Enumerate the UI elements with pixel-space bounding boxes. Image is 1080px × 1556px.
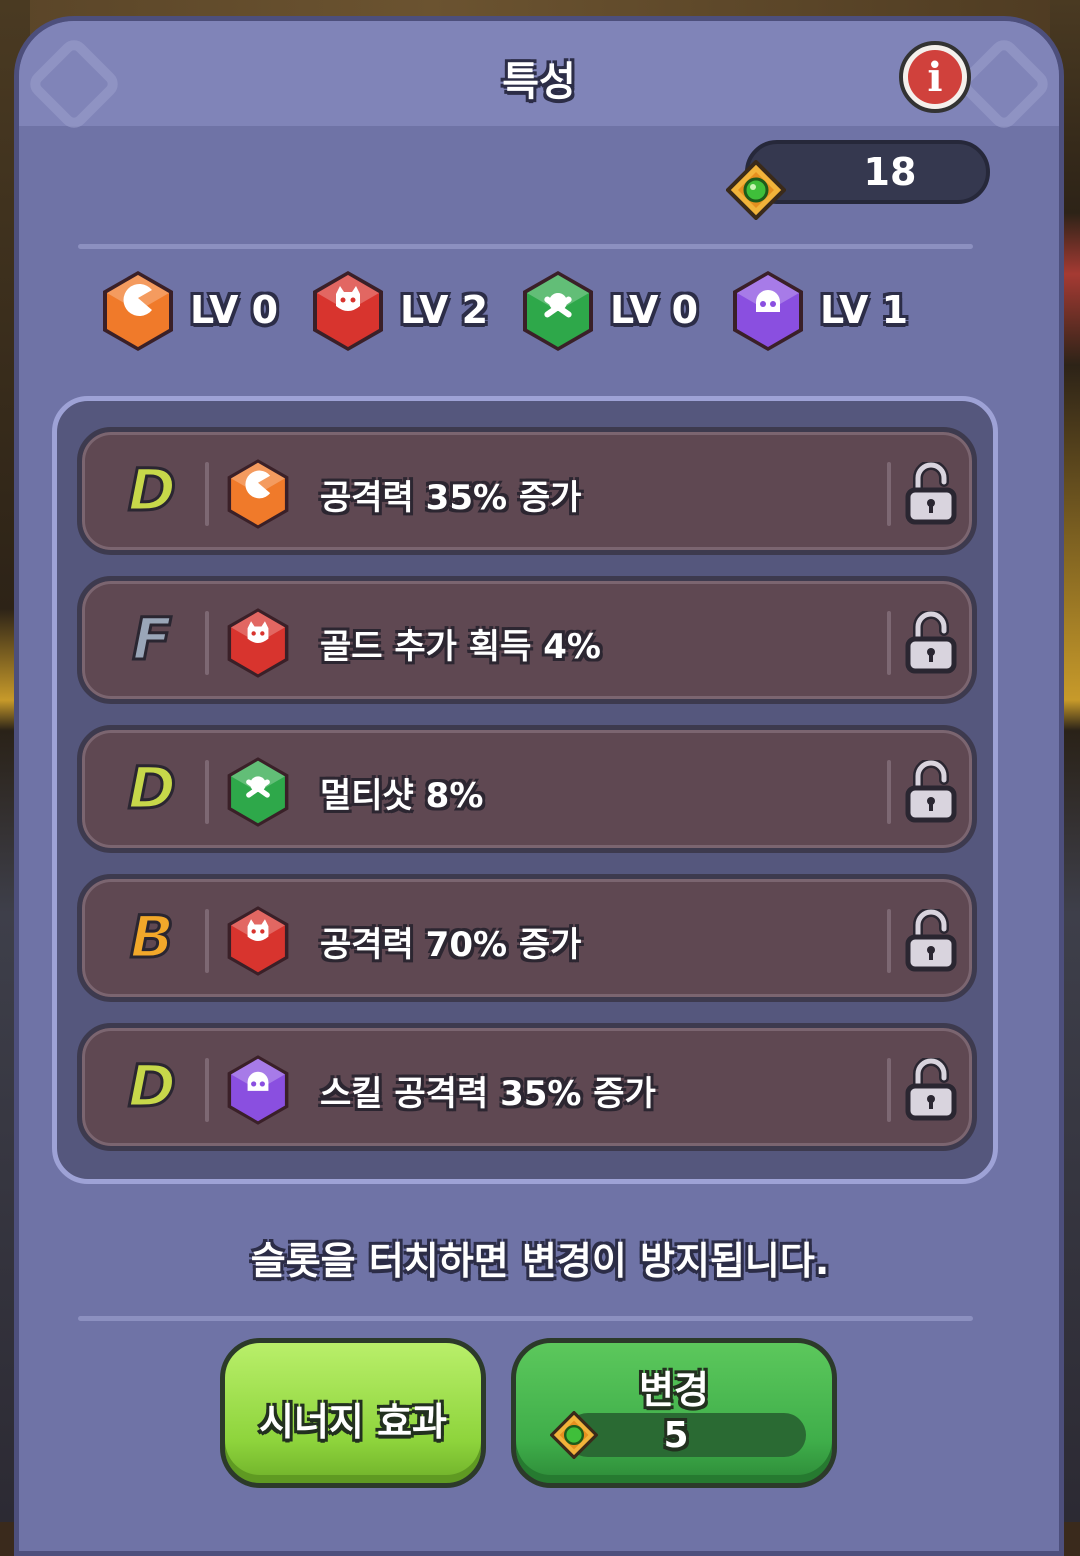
synergy-effect-button[interactable]: 시너지 효과	[220, 1338, 486, 1488]
trait-description: 골드 추가 획득 4%	[320, 627, 601, 667]
trait-description: 공격력 70% 증가	[320, 925, 582, 965]
slot-separator	[205, 909, 209, 973]
trait-slot[interactable]: B 공격력 70% 증가	[77, 874, 977, 1002]
info-button[interactable]: i	[899, 41, 971, 113]
slot-separator	[887, 909, 891, 973]
unlock-icon[interactable]	[904, 460, 958, 526]
trait-description: 스킬 공격력 35% 증가	[320, 1074, 656, 1114]
trait-slot[interactable]: D 멀티샷 8%	[77, 725, 977, 853]
currency-value: 18	[863, 150, 917, 194]
grade-badge: D	[126, 455, 177, 526]
trait-level-label: LV 0	[610, 288, 699, 332]
grade-badge: D	[126, 753, 177, 824]
cat-face-icon	[225, 903, 291, 979]
trait-description: 공격력 35% 증가	[320, 478, 582, 518]
grade-badge: F	[131, 604, 174, 675]
unlock-icon[interactable]	[904, 907, 958, 973]
slot-separator	[887, 760, 891, 824]
crossbones-icon	[520, 268, 596, 354]
skull-icon	[730, 268, 806, 354]
info-icon: i	[908, 50, 962, 104]
trait-level-label: LV 1	[820, 288, 909, 332]
slot-separator	[205, 760, 209, 824]
trait-slot-list: D 공격력 35% 증가 F 골드 추가 획득 4% D 멀티샷 8% B 공격력 70% 증…	[52, 396, 998, 1184]
unlock-icon[interactable]	[904, 758, 958, 824]
grade-badge: D	[126, 1051, 177, 1122]
unlock-icon[interactable]	[904, 609, 958, 675]
pacman-icon	[225, 456, 291, 532]
synergy-button-label: 시너지 효과	[258, 1400, 448, 1444]
slot-separator	[887, 611, 891, 675]
panel-header: 특성 i	[19, 21, 1059, 134]
unlock-icon[interactable]	[904, 1056, 958, 1122]
trait-level-label: LV 0	[190, 288, 279, 332]
divider-top	[78, 244, 973, 249]
change-cost-value: 5	[663, 1415, 689, 1456]
slot-separator	[205, 462, 209, 526]
trait-level-label: LV 2	[400, 288, 489, 332]
pacman-icon	[100, 268, 176, 354]
slot-separator	[887, 1058, 891, 1122]
trait-description: 멀티샷 8%	[320, 776, 484, 816]
cat-face-icon	[225, 605, 291, 681]
slot-separator	[887, 462, 891, 526]
slot-separator	[205, 611, 209, 675]
crossbones-icon	[225, 754, 291, 830]
skull-icon	[225, 1052, 291, 1128]
lock-hint-text: 슬롯을 터치하면 변경이 방지됩니다.	[250, 1239, 830, 1283]
trait-slot[interactable]: D 공격력 35% 증가	[77, 427, 977, 555]
trait-slot[interactable]: D 스킬 공격력 35% 증가	[77, 1023, 977, 1151]
gem-icon	[550, 1411, 598, 1459]
change-button[interactable]: 변경 5	[511, 1338, 837, 1488]
gem-icon	[726, 160, 786, 220]
cat-face-icon	[310, 268, 386, 354]
slot-separator	[205, 1058, 209, 1122]
divider-bottom	[78, 1316, 973, 1321]
grade-badge: B	[128, 902, 175, 973]
trait-slot[interactable]: F 골드 추가 획득 4%	[77, 576, 977, 704]
change-button-label: 변경	[639, 1368, 709, 1412]
